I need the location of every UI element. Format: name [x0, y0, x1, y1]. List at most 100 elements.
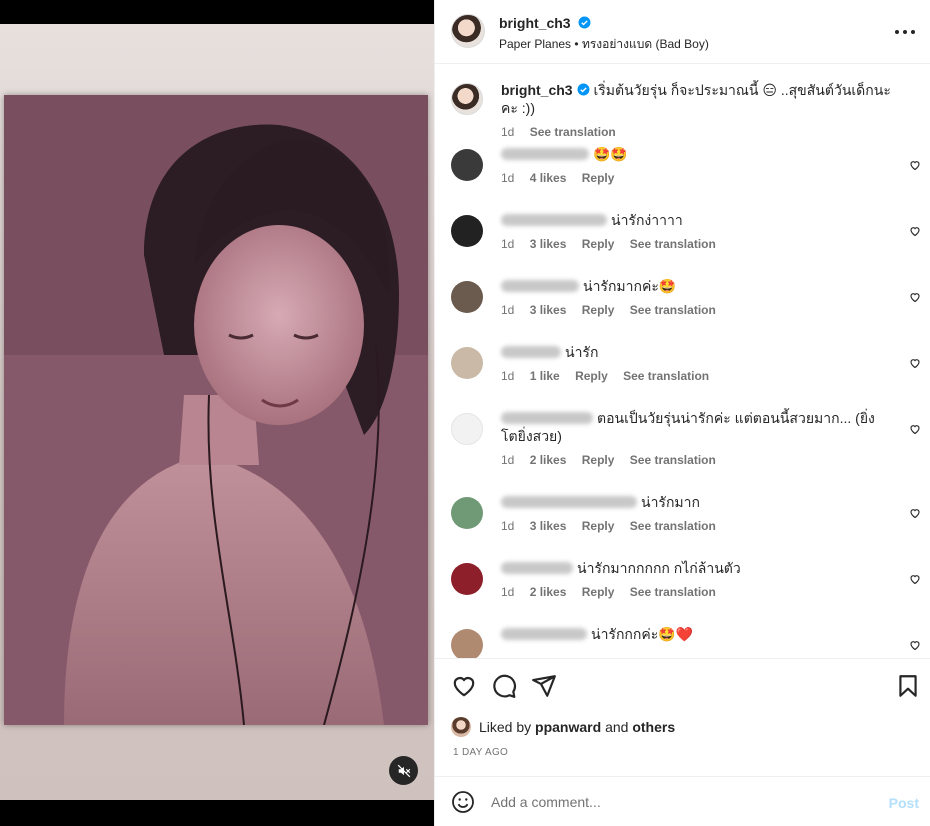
see-translation-link[interactable]: See translation: [630, 237, 716, 251]
see-translation-link[interactable]: See translation: [630, 585, 716, 599]
comment-like-heart-icon[interactable]: [909, 357, 921, 369]
liked-by: Liked by ppanward and others: [451, 717, 675, 737]
emoji-icon[interactable]: [451, 790, 475, 814]
comment-like-heart-icon[interactable]: [909, 423, 921, 435]
see-translation-link[interactable]: See translation: [630, 453, 716, 467]
comment-item: 🤩🤩 1d 4 likes Reply: [451, 145, 921, 205]
music-title[interactable]: Paper Planes: [499, 37, 571, 51]
heart-icon[interactable]: [451, 673, 477, 699]
reply-button[interactable]: Reply: [582, 171, 615, 185]
audio-title[interactable]: ทรงอย่างแบด (Bad Boy): [582, 37, 709, 51]
reply-button[interactable]: Reply: [582, 519, 615, 533]
comment-likes[interactable]: 4 likes: [530, 171, 567, 185]
reply-button[interactable]: Reply: [582, 237, 615, 251]
comment-like-heart-icon[interactable]: [909, 573, 921, 585]
comment-body: น่ารักง่าาาา 1d 3 likes Reply See transl…: [501, 211, 901, 251]
post-media: [0, 0, 434, 826]
reply-button[interactable]: Reply: [575, 369, 608, 383]
comments-list[interactable]: bright_ch3 เริ่มต้นวัยรุ่น ก็จะประมาณนี้…: [435, 65, 930, 658]
commenter-username-blurred[interactable]: [501, 496, 637, 508]
bookmark-icon[interactable]: [895, 673, 921, 699]
commenter-avatar[interactable]: [451, 629, 483, 658]
liker-avatar[interactable]: [451, 717, 471, 737]
comment-likes[interactable]: 2 likes: [530, 453, 567, 467]
comment-text: น่ารักง่าาาา: [611, 212, 683, 228]
speaker-muted-icon: [397, 764, 410, 777]
reply-button[interactable]: Reply: [582, 585, 615, 599]
comment-like-heart-icon[interactable]: [909, 159, 921, 171]
comment-likes[interactable]: 3 likes: [530, 519, 567, 533]
comment-like-heart-icon[interactable]: [909, 225, 921, 237]
author-username[interactable]: bright_ch3: [499, 15, 571, 31]
dot: [903, 30, 907, 34]
comment-time[interactable]: 1d: [501, 369, 514, 383]
comment-likes[interactable]: 3 likes: [530, 237, 567, 251]
commenter-avatar[interactable]: [451, 149, 483, 181]
liked-by-others[interactable]: others: [632, 719, 675, 735]
commenter-username-blurred[interactable]: [501, 346, 561, 358]
comment-like-heart-icon[interactable]: [909, 639, 921, 651]
commenter-avatar[interactable]: [451, 281, 483, 313]
post-comment-button[interactable]: Post: [889, 795, 919, 811]
caption-username[interactable]: bright_ch3: [501, 82, 573, 98]
comment-time[interactable]: 1d: [501, 519, 514, 533]
commenter-username-blurred[interactable]: [501, 412, 593, 424]
comment-like-heart-icon[interactable]: [909, 291, 921, 303]
post-photo[interactable]: [4, 95, 428, 725]
comment-time[interactable]: 1d: [501, 237, 514, 251]
commenter-avatar[interactable]: [451, 413, 483, 445]
comment-text: 🤩🤩: [593, 146, 628, 162]
comment-text: น่ารักมากกกกก กไก่ล้านตัว: [577, 560, 741, 576]
comment-likes[interactable]: 2 likes: [530, 585, 567, 599]
commenter-avatar[interactable]: [451, 347, 483, 379]
commenter-username-blurred[interactable]: [501, 562, 573, 574]
see-translation-link[interactable]: See translation: [630, 519, 716, 533]
comment-meta: 1d 4 likes Reply: [501, 169, 901, 185]
commenter-username-blurred[interactable]: [501, 148, 589, 160]
comment-text: น่ารักกกค่ะ🤩❤️: [591, 626, 694, 642]
photo-illustration: [4, 95, 428, 725]
see-translation-link[interactable]: See translation: [530, 125, 616, 139]
comment-item: น่ารักง่าาาา 1d 3 likes Reply See transl…: [451, 211, 921, 271]
commenter-avatar[interactable]: [451, 563, 483, 595]
comment-text: น่ารัก: [565, 344, 599, 360]
liked-by-user[interactable]: ppanward: [535, 719, 601, 735]
mute-button[interactable]: [389, 756, 418, 785]
comment-time[interactable]: 1d: [501, 303, 514, 317]
comment-icon[interactable]: [491, 673, 517, 699]
reply-button[interactable]: Reply: [582, 453, 615, 467]
post-timestamp[interactable]: 1 DAY AGO: [453, 747, 508, 758]
comment-input[interactable]: [491, 789, 871, 815]
commenter-username-blurred[interactable]: [501, 280, 579, 292]
comment-time[interactable]: 1d: [501, 585, 514, 599]
comment-time[interactable]: 1d: [501, 171, 514, 185]
share-icon[interactable]: [531, 673, 557, 699]
commenter-username-blurred[interactable]: [501, 628, 587, 640]
comment-like-heart-icon[interactable]: [909, 507, 921, 519]
more-options-button[interactable]: [895, 22, 915, 42]
comment-meta: 1d 3 likes Reply See translation: [501, 235, 901, 251]
comment-likes[interactable]: 1 like: [530, 369, 560, 383]
comment-item: น่ารักมากค่ะ🤩 1d 3 likes Reply See trans…: [451, 277, 921, 337]
comment-meta: 1d 2 likes Reply See translation: [501, 451, 891, 467]
caption-time[interactable]: 1d: [501, 125, 514, 139]
comment-meta: 1d 3 likes Reply See translation: [501, 517, 901, 533]
commenter-avatar[interactable]: [451, 215, 483, 247]
post-header: bright_ch3 Paper Planes • ทรงอย่างแบด (B…: [435, 0, 930, 64]
comment-body: 🤩🤩 1d 4 likes Reply: [501, 145, 901, 185]
liked-by-and: and: [605, 719, 629, 735]
commenter-avatar[interactable]: [451, 497, 483, 529]
see-translation-link[interactable]: See translation: [623, 369, 709, 383]
comment-time[interactable]: 1d: [501, 453, 514, 467]
see-translation-link[interactable]: See translation: [630, 303, 716, 317]
commenter-username-blurred[interactable]: [501, 214, 607, 226]
comment-text: น่ารักมากค่ะ🤩: [583, 278, 677, 294]
comment-body: น่ารักมาก 1d 3 likes Reply See translati…: [501, 493, 901, 533]
reply-button[interactable]: Reply: [582, 303, 615, 317]
audio-separator: •: [574, 37, 579, 51]
comment-likes[interactable]: 3 likes: [530, 303, 567, 317]
author-avatar[interactable]: [451, 14, 485, 48]
liked-by-prefix: Liked by: [479, 719, 532, 735]
comment-body: น่ารักมากค่ะ🤩 1d 3 likes Reply See trans…: [501, 277, 901, 317]
caption-avatar[interactable]: [451, 83, 483, 115]
